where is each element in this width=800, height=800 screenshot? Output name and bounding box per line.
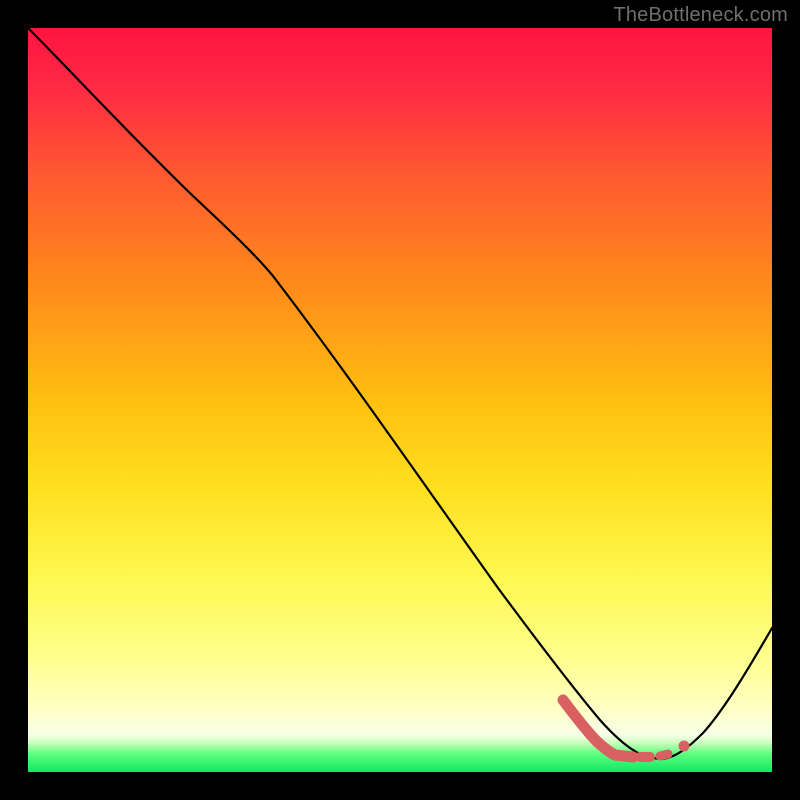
chart-frame: TheBottleneck.com bbox=[0, 0, 800, 800]
gradient-background bbox=[28, 28, 772, 772]
highlight-dot-icon bbox=[679, 741, 690, 752]
highlight-bottom-dash-2 bbox=[660, 754, 668, 756]
watermark-label: TheBottleneck.com bbox=[613, 4, 788, 27]
plot-area bbox=[28, 28, 772, 772]
plot-svg bbox=[28, 28, 772, 772]
